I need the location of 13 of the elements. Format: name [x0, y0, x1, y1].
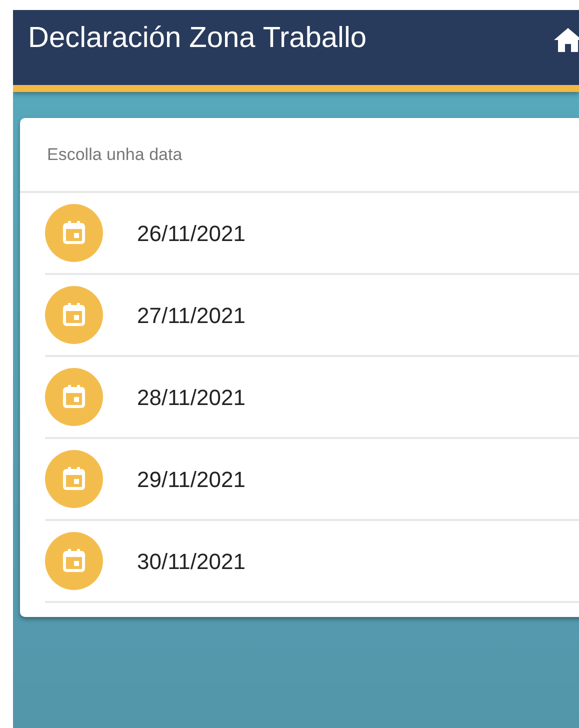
list-heading: Escolla unha data [47, 144, 182, 166]
home-icon[interactable] [553, 27, 579, 53]
calendar-icon [45, 286, 103, 344]
date-list-item[interactable]: 30/11/2021 [45, 521, 579, 603]
calendar-icon [45, 204, 103, 262]
date-list-item[interactable]: 28/11/2021 [45, 357, 579, 439]
date-list-item[interactable]: 29/11/2021 [45, 439, 579, 521]
date-list-item[interactable]: 27/11/2021 [45, 275, 579, 357]
calendar-icon [45, 532, 103, 590]
calendar-icon [45, 450, 103, 508]
calendar-icon [45, 368, 103, 426]
app-title: Declaración Zona Traballo [28, 24, 367, 53]
date-list-item[interactable]: 26/11/2021 [45, 193, 579, 275]
